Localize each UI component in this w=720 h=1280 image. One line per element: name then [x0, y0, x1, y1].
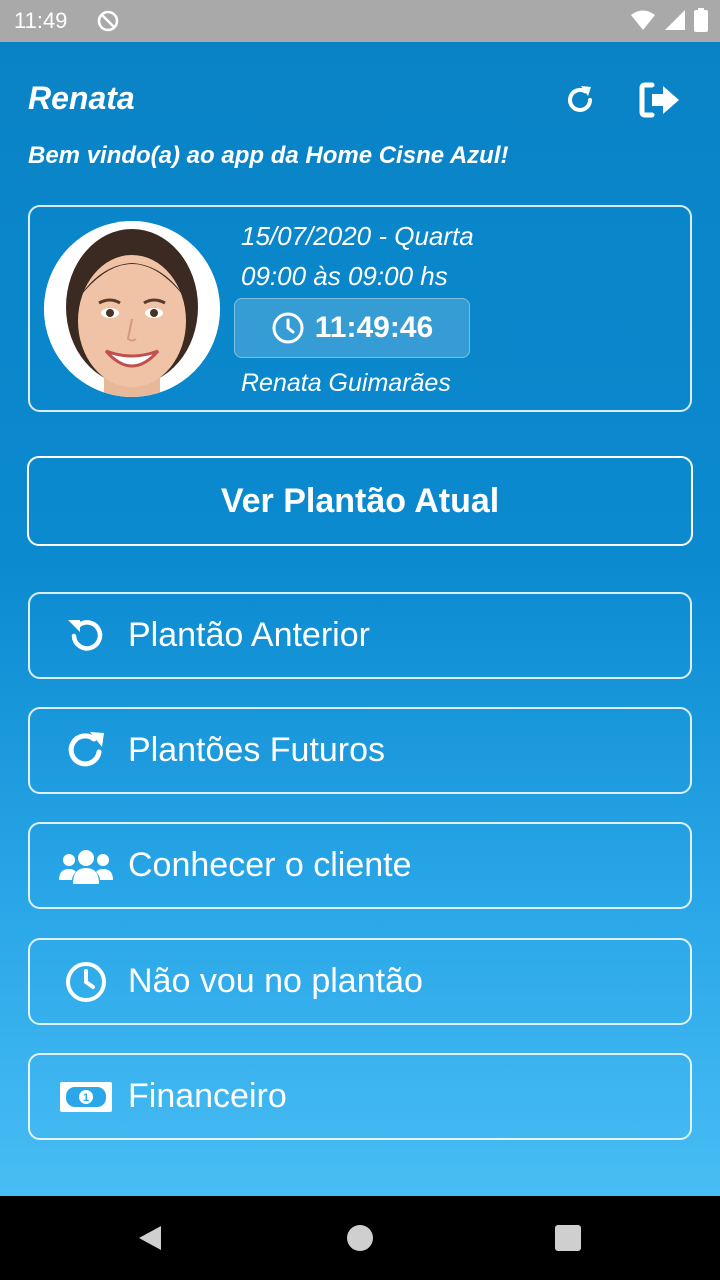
- money-icon: 1: [60, 1081, 112, 1112]
- back-button[interactable]: [132, 1220, 168, 1256]
- avatar: [44, 221, 220, 397]
- navigation-bar: [0, 1196, 720, 1280]
- not-attending-shift-button[interactable]: Não vou no plantão: [28, 938, 692, 1025]
- home-icon: [347, 1225, 373, 1251]
- caregiver-name: Renata Guimarães: [241, 369, 451, 397]
- sync-off-icon: [97, 10, 119, 32]
- shift-card: 15/07/2020 - Quarta 09:00 às 09:00 hs 11…: [28, 205, 692, 412]
- status-bar: 11:49: [0, 0, 720, 42]
- signal-icon: [665, 10, 685, 30]
- svg-text:1: 1: [83, 1092, 89, 1104]
- logout-button[interactable]: [638, 80, 682, 120]
- menu-item-label: Plantões Futuros: [128, 731, 386, 769]
- users-icon: [59, 849, 113, 884]
- clock-icon: [272, 312, 304, 344]
- menu-item-label: Não vou no plantão: [128, 962, 423, 1000]
- view-current-shift-button[interactable]: Ver Plantão Atual: [27, 456, 693, 546]
- undo-icon: [68, 619, 103, 651]
- clock-icon: [66, 961, 106, 1002]
- user-name: Renata: [28, 80, 135, 116]
- menu-item-label: Plantão Anterior: [128, 616, 370, 654]
- app-screen: Renata Bem vindo(a) ao app da Home Cisne…: [0, 42, 720, 1196]
- battery-icon: [694, 8, 708, 32]
- current-time: 11:49:46: [314, 311, 434, 344]
- refresh-button[interactable]: [558, 80, 602, 120]
- menu-item-label: Financeiro: [128, 1077, 287, 1115]
- know-client-button[interactable]: Conhecer o cliente: [28, 822, 692, 909]
- current-time-badge: 11:49:46: [234, 298, 470, 358]
- wifi-icon: [631, 10, 655, 30]
- back-icon: [139, 1226, 161, 1250]
- shift-hours: 09:00 às 09:00 hs: [241, 261, 448, 291]
- sign-out-icon: [639, 82, 679, 118]
- future-shifts-button[interactable]: Plantões Futuros: [28, 707, 692, 794]
- home-button[interactable]: [342, 1220, 378, 1256]
- status-time: 11:49: [14, 8, 68, 33]
- menu-item-label: Conhecer o cliente: [128, 846, 412, 884]
- recents-button[interactable]: [550, 1220, 586, 1256]
- recents-icon: [555, 1225, 581, 1251]
- previous-shift-button[interactable]: Plantão Anterior: [28, 592, 692, 679]
- redo-icon: [68, 731, 104, 766]
- refresh-icon: [568, 86, 592, 112]
- welcome-message: Bem vindo(a) ao app da Home Cisne Azul!: [28, 142, 509, 169]
- financial-button[interactable]: 1 Financeiro: [28, 1053, 692, 1140]
- shift-date: 15/07/2020 - Quarta: [241, 221, 474, 251]
